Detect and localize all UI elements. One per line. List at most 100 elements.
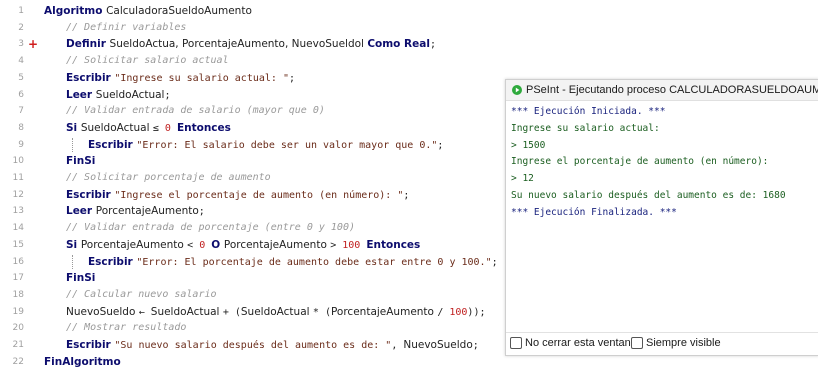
code-operator: / bbox=[437, 306, 450, 318]
code-number-literal: 100 bbox=[342, 239, 367, 251]
code-identifier: PorcentajeAumento bbox=[330, 305, 438, 318]
code-string-literal: "Error: El salario debe ser un valor may… bbox=[136, 139, 438, 151]
line-number: 13 bbox=[12, 206, 24, 217]
code-identifier: NuevoSueldo bbox=[66, 305, 139, 318]
code-string-literal: "Error: El porcentaje de aumento debe es… bbox=[136, 256, 492, 268]
line-number: 4 bbox=[18, 56, 24, 67]
console-input-line: > 1500 bbox=[511, 139, 546, 151]
line-number: 18 bbox=[12, 289, 24, 300]
window-titlebar[interactable]: PSeInt - Ejecutando proceso CALCULADORAS… bbox=[506, 80, 818, 101]
execution-window[interactable]: PSeInt - Ejecutando proceso CALCULADORAS… bbox=[505, 79, 818, 356]
line-number: 7 bbox=[18, 106, 24, 117]
code-comment: // Calcular nuevo salario bbox=[66, 288, 217, 300]
code-comment: // Validar entrada de salario (mayor que… bbox=[66, 105, 325, 117]
always-visible-label: Siempre visible bbox=[646, 337, 721, 349]
line-number: 22 bbox=[12, 356, 24, 367]
no-close-checkbox[interactable]: No cerrar esta ventana bbox=[510, 337, 637, 349]
code-keyword: Escribir bbox=[66, 339, 115, 351]
code-line[interactable]: 22 FinAlgoritmo bbox=[0, 354, 818, 370]
code-identifier: SueldoActual bbox=[150, 305, 223, 318]
code-keyword: Escribir bbox=[88, 255, 137, 268]
code-identifier: PorcentajeAumento bbox=[95, 205, 199, 218]
console-status-line: *** Ejecución Iniciada. *** bbox=[511, 106, 666, 117]
console-output-line: Ingrese su salario actual: bbox=[511, 122, 660, 134]
code-identifier: SueldoActual bbox=[240, 305, 313, 318]
code-identifier: SueldoActual bbox=[80, 121, 153, 134]
console-output-line: Su nuevo salario después del aumento es … bbox=[511, 189, 786, 201]
line-number: 1 bbox=[18, 6, 24, 16]
code-operator: , bbox=[391, 340, 404, 351]
indent-guide bbox=[72, 254, 73, 270]
code-keyword: Algoritmo bbox=[44, 5, 107, 17]
line-number: 12 bbox=[12, 189, 24, 200]
code-keyword: FinSi bbox=[66, 272, 96, 285]
line-number: 5 bbox=[18, 72, 24, 83]
code-operator: ; bbox=[472, 340, 479, 351]
line-number: 15 bbox=[12, 239, 24, 250]
code-operator: * ( bbox=[312, 306, 331, 318]
code-line[interactable]: 1 Algoritmo CalculadoraSueldoAumento bbox=[0, 3, 818, 19]
code-comment: // Definir variables bbox=[66, 21, 187, 33]
code-line[interactable]: 3 + Definir SueldoActua, PorcentajeAumento… bbox=[0, 36, 818, 52]
code-line[interactable]: 2 // Definir variables bbox=[0, 20, 818, 36]
code-text: // Definir variables bbox=[66, 20, 186, 38]
checkbox-box[interactable] bbox=[510, 337, 522, 349]
code-operator: ; bbox=[429, 39, 436, 51]
always-visible-checkbox[interactable]: Siempre visible bbox=[631, 337, 721, 349]
code-text: FinAlgoritmo bbox=[44, 354, 121, 373]
no-close-label: No cerrar esta ventana bbox=[525, 337, 637, 349]
code-keyword: Si bbox=[66, 121, 81, 134]
code-identifier: PorcentajeAumento bbox=[80, 238, 188, 251]
code-text: // Solicitar salario actual bbox=[66, 53, 229, 71]
console-output-line: Ingrese el porcentaje de aumento (en núm… bbox=[511, 156, 769, 168]
code-operator: + ( bbox=[222, 306, 241, 318]
code-keyword: Leer bbox=[66, 88, 96, 101]
code-text: // Mostrar resultado bbox=[66, 320, 186, 338]
code-line[interactable]: 4 // Solicitar salario actual bbox=[0, 53, 818, 69]
code-operator: ; bbox=[437, 139, 444, 151]
pseint-run-icon bbox=[512, 85, 522, 95]
code-text: // Solicitar porcentaje de aumento bbox=[66, 170, 271, 188]
code-operator: ← bbox=[138, 306, 151, 318]
code-keyword: Escribir bbox=[66, 188, 115, 201]
code-keyword: Entonces bbox=[366, 238, 421, 251]
code-operator: > bbox=[330, 239, 343, 251]
code-identifier: PorcentajeAumento bbox=[223, 238, 331, 251]
line-number: 8 bbox=[18, 122, 24, 133]
code-string-literal: "Ingrese el porcentaje de aumento (en nú… bbox=[114, 189, 404, 201]
code-operator: < bbox=[187, 239, 200, 251]
line-number: 3 bbox=[18, 39, 24, 50]
code-comment: // Solicitar porcentaje de aumento bbox=[66, 172, 271, 183]
code-string-literal: "Ingrese su salario actual: " bbox=[114, 72, 289, 84]
console-output: *** Ejecución Iniciada. *** Ingrese su sa… bbox=[511, 104, 814, 222]
code-identifier: NuevoSueldo bbox=[403, 339, 473, 351]
indent-guide bbox=[72, 137, 73, 153]
code-keyword: FinAlgoritmo bbox=[44, 355, 121, 368]
code-operator: ≤ bbox=[152, 122, 165, 134]
code-number-literal: 0 bbox=[199, 239, 212, 251]
checkbox-box[interactable] bbox=[631, 337, 643, 349]
line-modified-marker: + bbox=[28, 37, 39, 52]
code-operator: ; bbox=[198, 206, 205, 218]
line-number: 10 bbox=[12, 156, 24, 167]
code-comment: // Mostrar resultado bbox=[66, 322, 187, 334]
line-number: 9 bbox=[18, 139, 24, 150]
line-number: 16 bbox=[12, 256, 24, 267]
code-operator: ; bbox=[491, 256, 498, 268]
code-text: // Calcular nuevo salario bbox=[66, 287, 217, 305]
code-text: // Validar entrada de salario (mayor que… bbox=[66, 103, 325, 121]
line-number: 21 bbox=[12, 340, 24, 350]
line-number: 2 bbox=[18, 22, 24, 33]
code-identifier: SueldoActua, PorcentajeAumento, NuevoSue… bbox=[109, 38, 368, 51]
line-number: 19 bbox=[12, 306, 24, 317]
code-text: // Validar entrada de porcentaje (entre … bbox=[66, 220, 355, 238]
window-options: No cerrar esta ventana Siempre visible bbox=[506, 332, 818, 355]
code-keyword: Entonces bbox=[176, 121, 231, 134]
line-number: 17 bbox=[12, 273, 24, 284]
code-identifier: SueldoActual bbox=[95, 88, 165, 101]
code-operator: ; bbox=[403, 189, 410, 201]
code-operator: ; bbox=[164, 89, 171, 101]
window-title: PSeInt - Ejecutando proceso CALCULADORAS… bbox=[526, 84, 818, 96]
code-number-literal: 100 bbox=[449, 306, 468, 318]
code-keyword: Escribir bbox=[66, 71, 115, 84]
